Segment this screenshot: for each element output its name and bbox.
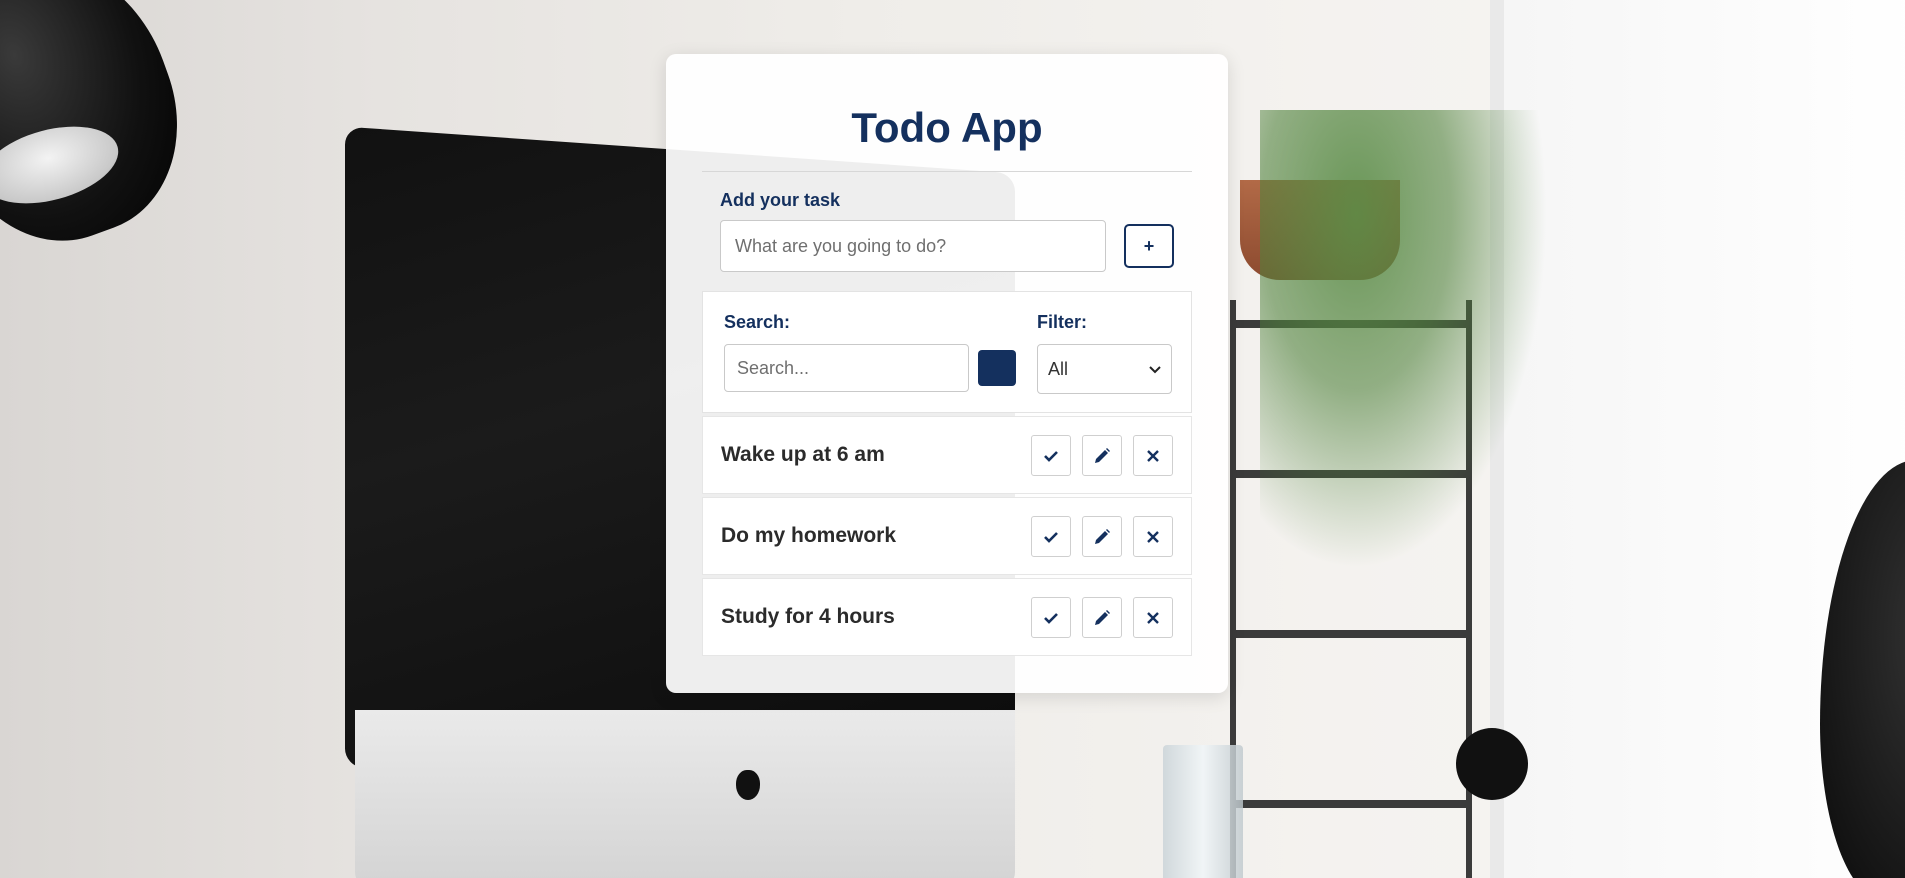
check-icon bbox=[1043, 612, 1059, 624]
close-icon bbox=[1147, 611, 1159, 624]
todo-list: Wake up at 6 am Do my homework Study for… bbox=[702, 416, 1192, 659]
check-icon bbox=[1043, 531, 1059, 543]
chevron-down-icon bbox=[1149, 362, 1161, 377]
complete-button[interactable] bbox=[1031, 516, 1071, 557]
edit-button[interactable] bbox=[1082, 597, 1122, 638]
search-filter-panel: Search: Filter: All bbox=[702, 291, 1192, 413]
complete-button[interactable] bbox=[1031, 435, 1071, 476]
search-input[interactable] bbox=[724, 344, 969, 392]
plus-icon: + bbox=[1143, 235, 1155, 256]
delete-button[interactable] bbox=[1133, 597, 1173, 638]
todo-actions bbox=[1031, 435, 1173, 476]
pencil-icon bbox=[1093, 528, 1111, 546]
plant-decor bbox=[1260, 110, 1580, 630]
apple-logo-decor bbox=[736, 770, 760, 800]
todo-text: Study for 4 hours bbox=[721, 605, 895, 628]
monitor-chin-decor bbox=[355, 710, 1015, 878]
todo-item: Do my homework bbox=[702, 497, 1192, 575]
todo-actions bbox=[1031, 597, 1173, 638]
todo-card: Todo App Add your task + Search: Filter:… bbox=[666, 54, 1228, 693]
todo-item: Study for 4 hours bbox=[702, 578, 1192, 656]
close-icon bbox=[1147, 449, 1159, 462]
todo-text: Wake up at 6 am bbox=[721, 443, 885, 466]
glass-decor bbox=[1163, 745, 1243, 878]
todo-item: Wake up at 6 am bbox=[702, 416, 1192, 494]
search-button[interactable] bbox=[978, 350, 1016, 386]
search-label: Search: bbox=[724, 312, 791, 332]
close-icon bbox=[1147, 530, 1159, 543]
filter-label: Filter: bbox=[1037, 312, 1088, 332]
edit-button[interactable] bbox=[1082, 516, 1122, 557]
edit-button[interactable] bbox=[1082, 435, 1122, 476]
add-task-button[interactable]: + bbox=[1124, 224, 1174, 268]
delete-button[interactable] bbox=[1133, 435, 1173, 476]
todo-actions bbox=[1031, 516, 1173, 557]
headphones-decor bbox=[1456, 728, 1528, 800]
check-icon bbox=[1043, 450, 1059, 462]
pencil-icon bbox=[1093, 447, 1111, 465]
complete-button[interactable] bbox=[1031, 597, 1071, 638]
divider bbox=[702, 171, 1192, 172]
filter-selected-value: All bbox=[1048, 358, 1069, 379]
pencil-icon bbox=[1093, 609, 1111, 627]
app-title: Todo App bbox=[851, 104, 1043, 151]
add-task-label: Add your task bbox=[720, 190, 841, 210]
filter-select[interactable]: All bbox=[1037, 344, 1172, 394]
todo-text: Do my homework bbox=[721, 524, 897, 547]
delete-button[interactable] bbox=[1133, 516, 1173, 557]
add-task-input[interactable] bbox=[720, 220, 1106, 272]
